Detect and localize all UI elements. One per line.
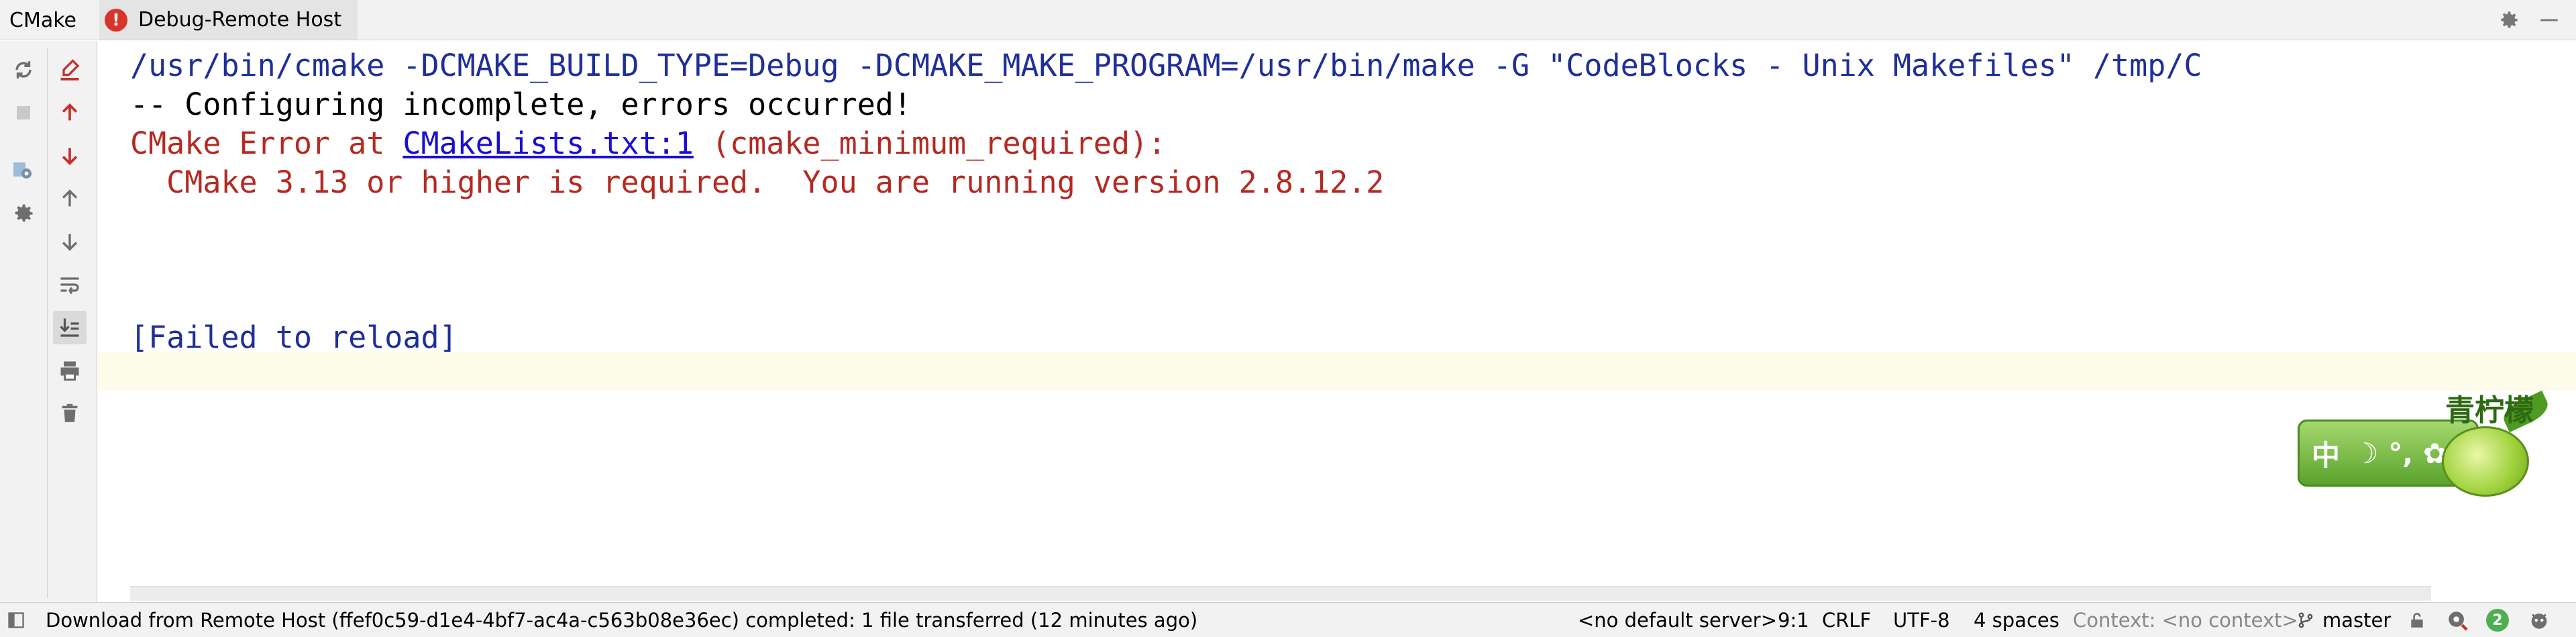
print-icon[interactable] (53, 354, 87, 387)
horizontal-scrollbar[interactable] (130, 586, 2431, 601)
console-output[interactable]: /usr/bin/cmake -DCMAKE_BUILD_TYPE=Debug … (98, 41, 2576, 602)
prev-error-icon[interactable] (53, 96, 87, 130)
file-encoding[interactable]: UTF-8 (1893, 603, 1950, 637)
next-error-icon[interactable] (53, 139, 87, 173)
inspector-icon[interactable] (2446, 603, 2469, 637)
lemon-icon (2442, 426, 2529, 497)
console-toolbar (0, 41, 97, 602)
toolbar-divider (47, 48, 48, 598)
indent-setting[interactable]: 4 spaces (1974, 603, 2059, 637)
settings-icon[interactable] (7, 197, 40, 230)
error-suffix: (cmake_minimum_required): (693, 126, 1167, 161)
gear-icon[interactable] (2496, 7, 2522, 34)
console-configuring-line: -- Configuring incomplete, errors occurr… (130, 87, 912, 122)
line-ending[interactable]: CRLF (1822, 603, 1871, 637)
input-method-widget[interactable]: 中 ☽ °, ✿ 青柠檬 (2298, 386, 2569, 497)
notifications-widget[interactable]: 2 (2486, 603, 2509, 637)
tab-cmake-label: CMake (9, 8, 76, 32)
ime-mode-label[interactable]: 中 (2312, 433, 2340, 474)
console-failed-line: [Failed to reload] (130, 320, 458, 355)
console-version-line: CMake 3.13 or higher is required. You ar… (130, 164, 1385, 200)
cmakelists-link[interactable]: CMakeLists.txt:1 (402, 126, 693, 161)
caret-position[interactable]: 9:1 (1778, 603, 1809, 637)
notifications-count: 2 (2486, 609, 2509, 632)
console-command-line: /usr/bin/cmake -DCMAKE_BUILD_TYPE=Debug … (130, 48, 2202, 83)
ime-symbols[interactable]: ☽ °, ✿ (2353, 437, 2447, 470)
soft-wrap-icon[interactable] (53, 268, 87, 301)
clear-icon[interactable] (53, 53, 87, 87)
status-message[interactable]: Download from Remote Host (ffef0c59-d1e4… (46, 603, 1197, 637)
error-prefix: CMake Error at (130, 126, 403, 161)
reload-icon[interactable] (7, 53, 40, 87)
memory-icon[interactable] (2528, 603, 2551, 637)
status-bar: Download from Remote Host (ffef0c59-d1e4… (0, 602, 2576, 637)
scroll-to-end-icon[interactable] (53, 311, 87, 344)
tab-debug-remote-host[interactable]: ! Debug-Remote Host (99, 0, 358, 40)
down-icon[interactable] (53, 225, 87, 258)
error-icon: ! (105, 8, 127, 32)
trash-icon[interactable] (53, 397, 87, 430)
cmake-settings-icon[interactable] (7, 154, 40, 187)
up-icon[interactable] (53, 182, 87, 215)
lock-icon[interactable] (2408, 603, 2426, 637)
ime-brand-label: 青柠檬 (2445, 393, 2534, 428)
console-error-line: CMake Error at CMakeLists.txt:1 (cmake_m… (130, 124, 1166, 163)
stop-icon[interactable] (7, 96, 40, 130)
git-branch-label: master (2322, 609, 2392, 632)
tool-window-header: CMake ! Debug-Remote Host (0, 0, 2576, 40)
context-selector[interactable]: Context: <no context> (2073, 603, 2298, 637)
tab-debug-remote-host-label: Debug-Remote Host (138, 8, 342, 32)
deployment-server[interactable]: <no default server> (1578, 603, 1777, 637)
git-branch-widget[interactable]: master (2297, 603, 2391, 637)
git-branch-icon (2298, 612, 2313, 628)
status-toggle-icon[interactable] (7, 603, 25, 637)
minimize-icon[interactable] (2536, 7, 2563, 34)
tab-cmake[interactable]: CMake (9, 0, 76, 40)
current-line-highlight (98, 352, 2576, 391)
